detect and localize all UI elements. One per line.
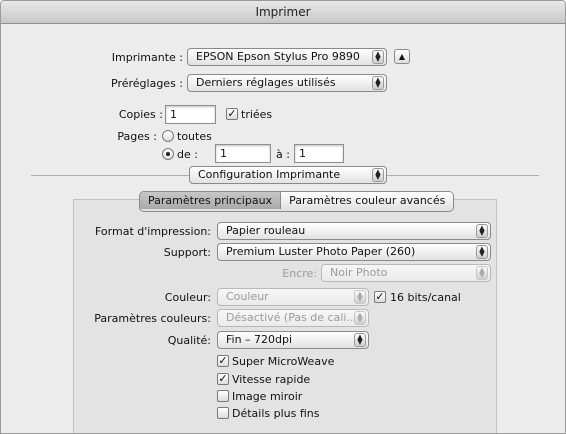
presets-popup[interactable]: Derniers réglages utilisés ▲ ▼ — [187, 74, 387, 92]
check-icon: ✓ — [218, 354, 228, 367]
popup-arrows-icon: ▲ ▼ — [354, 311, 366, 325]
pages-all-radio[interactable] — [162, 130, 174, 142]
quality-popup[interactable]: Fin – 720dpi ▲ ▼ — [217, 331, 369, 349]
popup-arrows-icon: ▲ ▼ — [476, 245, 488, 259]
printer-popup[interactable]: EPSON Epson Stylus Pro 9890 ▲ ▼ — [187, 48, 387, 66]
popup-arrows-icon: ▲ ▼ — [476, 266, 488, 280]
collate-checkbox[interactable]: ✓ — [226, 108, 238, 120]
format-popup[interactable]: Papier rouleau ▲ ▼ — [217, 222, 491, 240]
option-checkbox-3[interactable] — [217, 407, 229, 419]
option-checkbox-0[interactable]: ✓ — [217, 355, 229, 367]
popup-arrows-icon: ▲ ▼ — [372, 168, 384, 182]
separator-right — [387, 175, 539, 176]
printer-label: Imprimante : — [111, 51, 183, 64]
presets-label: Préréglages : — [111, 77, 183, 90]
quality-label: Qualité: — [167, 334, 211, 347]
ink-label: Encre: — [282, 267, 317, 280]
pages-label: Pages : — [117, 130, 157, 143]
section-popup[interactable]: Configuration Imprimante ▲ ▼ — [189, 166, 387, 184]
popup-arrows-icon: ▲ ▼ — [372, 50, 384, 64]
window-title: Imprimer — [1, 1, 565, 24]
quality-value: Fin – 720dpi — [226, 333, 293, 346]
option-label-image-miroir: Image miroir — [232, 390, 303, 403]
option-label-vitesse-rapide: Vitesse rapide — [232, 373, 311, 386]
pages-from-label: de : — [177, 148, 198, 161]
option-label-super-microweave: Super MicroWeave — [232, 355, 335, 368]
popup-arrows-icon: ▲ ▼ — [476, 224, 488, 238]
color-settings-label: Paramètres couleurs: — [94, 312, 211, 325]
collate-label: triées — [241, 108, 273, 121]
support-label: Support: — [163, 246, 211, 259]
color-popup[interactable]: Couleur ▲ ▼ — [217, 288, 369, 306]
print-dialog: Imprimer Imprimante : EPSON Epson Stylus… — [0, 0, 566, 434]
disclosure-button[interactable]: ▲ — [394, 49, 410, 64]
tab-bar: Paramètres principaux Paramètres couleur… — [139, 191, 455, 212]
option-checkbox-1[interactable]: ✓ — [217, 373, 229, 385]
check-icon: ✓ — [218, 372, 228, 385]
pages-to-label: à : — [276, 148, 290, 161]
presets-value: Derniers réglages utilisés — [196, 76, 336, 89]
option-checkbox-2[interactable] — [217, 390, 229, 402]
color-settings-value: Désactivé (Pas de cali... — [226, 311, 357, 324]
support-popup[interactable]: Premium Luster Photo Paper (260) ▲ ▼ — [217, 243, 491, 261]
16bit-checkbox[interactable]: ✓ — [374, 291, 386, 303]
section-popup-value: Configuration Imprimante — [198, 168, 341, 181]
pages-all-label: toutes — [177, 130, 212, 143]
option-label-details-plus-fins: Détails plus fins — [232, 407, 320, 420]
check-icon: ✓ — [227, 107, 237, 120]
check-icon: ✓ — [375, 290, 385, 303]
pages-from-field[interactable]: 1 — [215, 144, 271, 163]
pages-to-field[interactable]: 1 — [294, 144, 344, 163]
format-value: Papier rouleau — [226, 224, 306, 237]
tab-main-settings[interactable]: Paramètres principaux — [140, 192, 282, 209]
color-label: Couleur: — [164, 291, 211, 304]
ink-value: Noir Photo — [330, 266, 388, 279]
16bit-label: 16 bits/canal — [390, 291, 461, 304]
popup-arrows-icon: ▲ ▼ — [354, 290, 366, 304]
pages-range-radio[interactable] — [162, 148, 174, 160]
format-label: Format d'impression: — [95, 225, 211, 238]
printer-value: EPSON Epson Stylus Pro 9890 — [196, 50, 360, 63]
color-settings-popup[interactable]: Désactivé (Pas de cali... ▲ ▼ — [217, 309, 369, 327]
copies-label: Copies : — [118, 108, 163, 121]
support-value: Premium Luster Photo Paper (260) — [226, 245, 416, 258]
color-value: Couleur — [226, 290, 269, 303]
ink-popup[interactable]: Noir Photo ▲ ▼ — [321, 264, 491, 282]
copies-field[interactable]: 1 — [165, 105, 216, 124]
disclosure-triangle-icon: ▲ — [398, 52, 406, 61]
tab-advanced-color[interactable]: Paramètres couleur avancés — [281, 192, 454, 209]
separator-left — [31, 175, 189, 176]
popup-arrows-icon: ▲ ▼ — [354, 333, 366, 347]
popup-arrows-icon: ▲ ▼ — [372, 76, 384, 90]
